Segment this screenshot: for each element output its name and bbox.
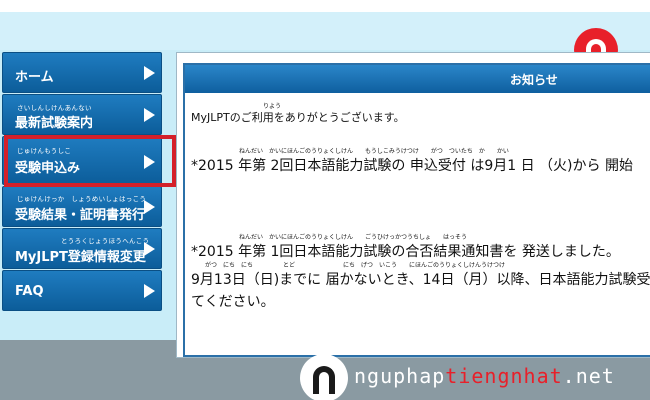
sidebar-item-label: ホーム <box>15 70 54 85</box>
notice-panel: お知らせ りよう MyJLPTのご利用をありがとうございます。 ねんだい かいに… <box>176 52 650 358</box>
notice-line: MyJLPTのご利用をありがとうございます。 <box>191 111 405 124</box>
sidebar-item-results[interactable]: じゅけんけっか しょうめいしょはっこう 受験結果・証明書発行 <box>2 186 162 227</box>
ruby-text: がつ にち にち とど にち げつ いこう にほんごのうりょくしけんうけつけ <box>205 262 506 269</box>
notice-title: お知らせ <box>510 73 558 87</box>
watermark-logo-icon <box>300 354 348 400</box>
notice-line: *2015 年第 1回日本語能力試験の合否結果通知書を 発送しました。 <box>191 244 620 260</box>
sidebar-item-faq[interactable]: FAQ <box>2 270 162 311</box>
arrow-right-icon <box>144 66 155 80</box>
watermark-text: nguphap <box>354 364 446 388</box>
sidebar-item-ruby: さいしんしけんあんない <box>17 104 92 112</box>
arrow-right-icon <box>144 284 155 298</box>
ruby-text: ねんだい かいにほんごのうりょくしけん ごうひけっかつうちしょ はっそう <box>239 234 468 241</box>
highlight-box <box>4 135 176 187</box>
ruby-text: ねんだい かいにほんごのうりょくしけん もうしこみうけつけ がつ ついたち か … <box>239 148 509 155</box>
watermark-site-name: nguphaptiengnhat.net <box>354 364 615 388</box>
notice-box: お知らせ りよう MyJLPTのご利用をありがとうございます。 ねんだい かいに… <box>183 63 650 357</box>
sidebar-item-label: MyJLPT登録情報変更 <box>15 250 146 265</box>
sidebar-item-account[interactable]: とうろくじょうほうへんこう MyJLPT登録情報変更 <box>2 228 162 269</box>
sidebar-item-label: FAQ <box>15 284 44 299</box>
watermark-accent-text: tiengnhat <box>445 364 563 388</box>
sidebar-item-label: 受験結果・証明書発行 <box>15 208 146 223</box>
watermark-text: .net <box>562 364 615 388</box>
header-strip <box>0 12 650 50</box>
notice-line: 9月13日（日)までに 届かないとき、14日（月）以降、日本語能力試験受付 <box>191 272 650 288</box>
sidebar-item-home[interactable]: ホーム <box>2 52 162 93</box>
arrow-right-icon <box>144 108 155 122</box>
arrow-right-icon <box>144 200 155 214</box>
top-band <box>0 0 650 12</box>
arrow-right-icon <box>144 242 155 256</box>
notice-header: お知らせ <box>185 65 650 93</box>
sidebar-item-latest-info[interactable]: さいしんしけんあんない 最新試験案内 <box>2 94 162 135</box>
sidebar-item-ruby: じゅけんけっか しょうめいしょはっこう <box>17 195 147 203</box>
sidebar-item-label: 最新試験案内 <box>15 116 94 131</box>
notice-line: *2015 年第 2回日本語能力試験の 申込受付 は9月1 日 （火)から 開始 <box>191 158 633 174</box>
sidebar-item-ruby: とうろくじょうほうへんこう <box>61 237 150 245</box>
notice-line: てください。 <box>191 294 275 310</box>
sidebar-nav: ホーム さいしんしけんあんない 最新試験案内 じゅけんもうしこ 受験申込み じゅ… <box>2 52 162 338</box>
